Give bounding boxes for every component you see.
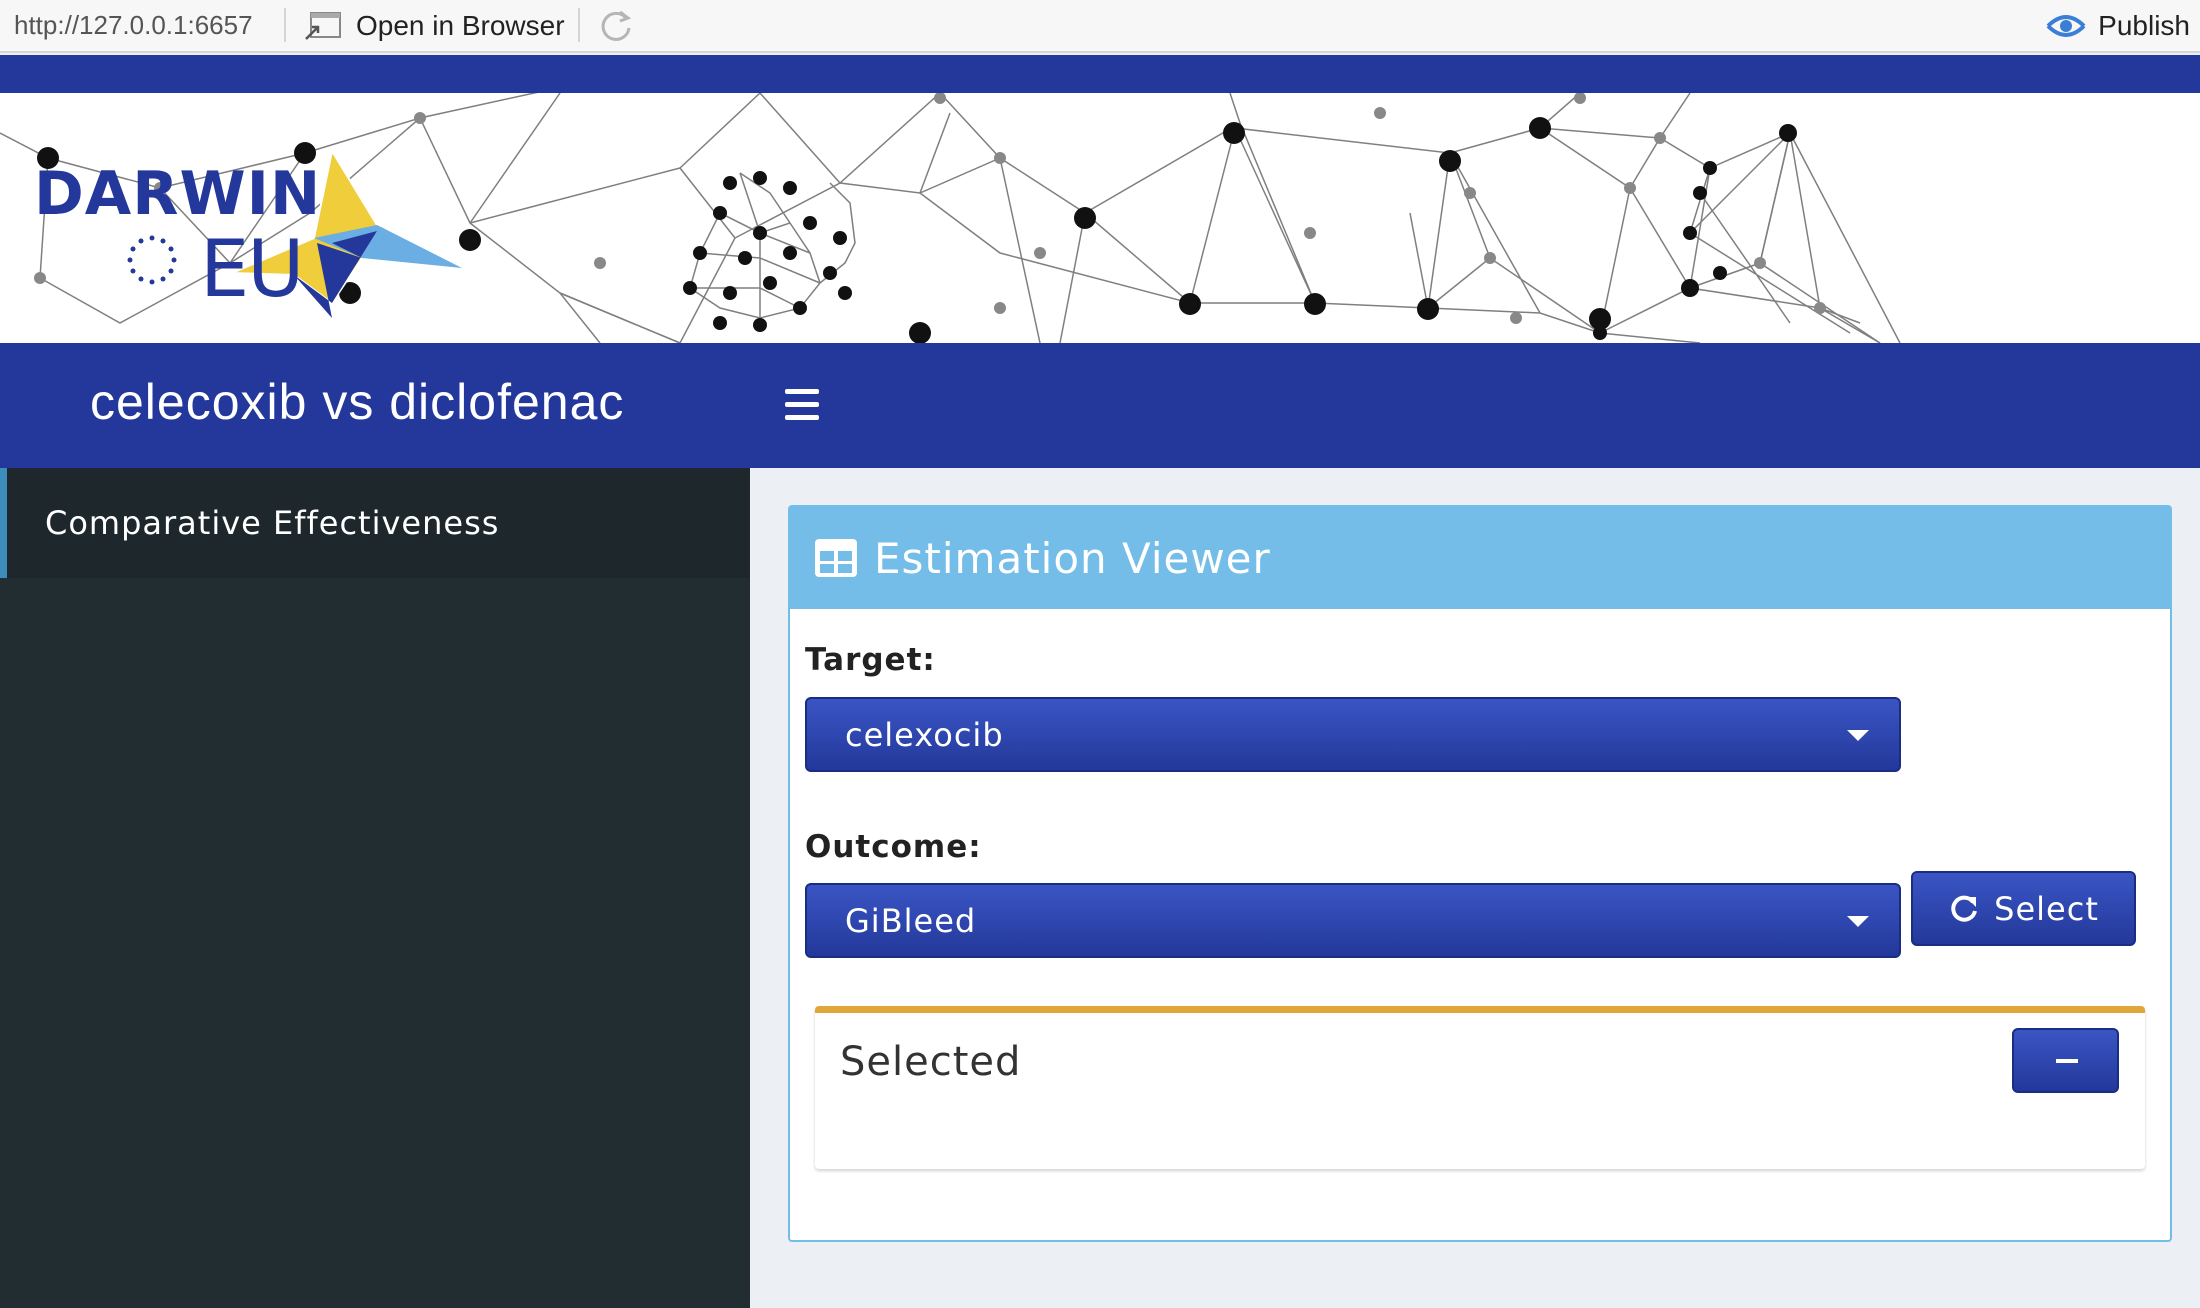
collapse-button[interactable] — [2012, 1028, 2119, 1093]
refresh-circle-icon — [1951, 895, 1978, 922]
target-select[interactable]: celexocib — [805, 697, 1901, 772]
refresh-icon[interactable] — [596, 6, 636, 46]
outcome-select[interactable]: GiBleed — [805, 883, 1901, 958]
select-button[interactable]: Select — [1911, 871, 2136, 946]
open-in-browser-button[interactable]: Open in Browser — [304, 8, 565, 44]
selected-box: Selected — [815, 1006, 2145, 1169]
table-grid-icon — [815, 539, 857, 577]
sidebar-item-comparative-effectiveness[interactable]: Comparative Effectiveness — [0, 468, 750, 578]
estimation-viewer-box: Estimation Viewer Target: celexocib Outc… — [788, 505, 2172, 1242]
chevron-down-icon — [1847, 916, 1869, 927]
app-title: celecoxib vs diclofenac — [90, 374, 625, 430]
target-label: Target: — [805, 642, 936, 678]
sidebar: Comparative Effectiveness — [0, 468, 750, 1308]
viewer-toolbar: http://127.0.0.1:6657 Open in Browser Pu… — [0, 0, 2200, 53]
url-text[interactable]: http://127.0.0.1:6657 — [14, 10, 253, 41]
selected-box-title: Selected — [840, 1039, 1022, 1085]
outcome-select-value: GiBleed — [845, 901, 977, 940]
hamburger-menu-icon[interactable] — [785, 389, 819, 421]
select-button-label: Select — [1994, 889, 2099, 928]
header-banner: DARWIN EU — [0, 93, 2200, 343]
open-in-browser-label: Open in Browser — [356, 10, 565, 41]
open-in-browser-icon — [305, 12, 341, 40]
toolbar-separator — [284, 8, 286, 42]
outcome-label: Outcome: — [805, 829, 982, 865]
box-title: Estimation Viewer — [874, 533, 1271, 583]
publish-icon — [2046, 15, 2086, 37]
chevron-down-icon — [1847, 730, 1869, 741]
publish-button[interactable]: Publish — [2044, 8, 2190, 44]
logo-text-darwin: DARWIN — [34, 159, 322, 229]
main-header: celecoxib vs diclofenac — [0, 343, 2200, 468]
darwin-eu-logo: DARWIN EU — [32, 143, 482, 318]
publish-label: Publish — [2098, 10, 2190, 41]
target-select-value: celexocib — [845, 715, 1004, 754]
toolbar-separator — [578, 8, 580, 42]
top-band — [0, 55, 2200, 93]
minus-icon — [2056, 1059, 2078, 1063]
sidebar-item-label: Comparative Effectiveness — [45, 504, 500, 542]
box-header: Estimation Viewer — [790, 507, 2170, 609]
logo-text-eu: EU — [200, 225, 304, 315]
